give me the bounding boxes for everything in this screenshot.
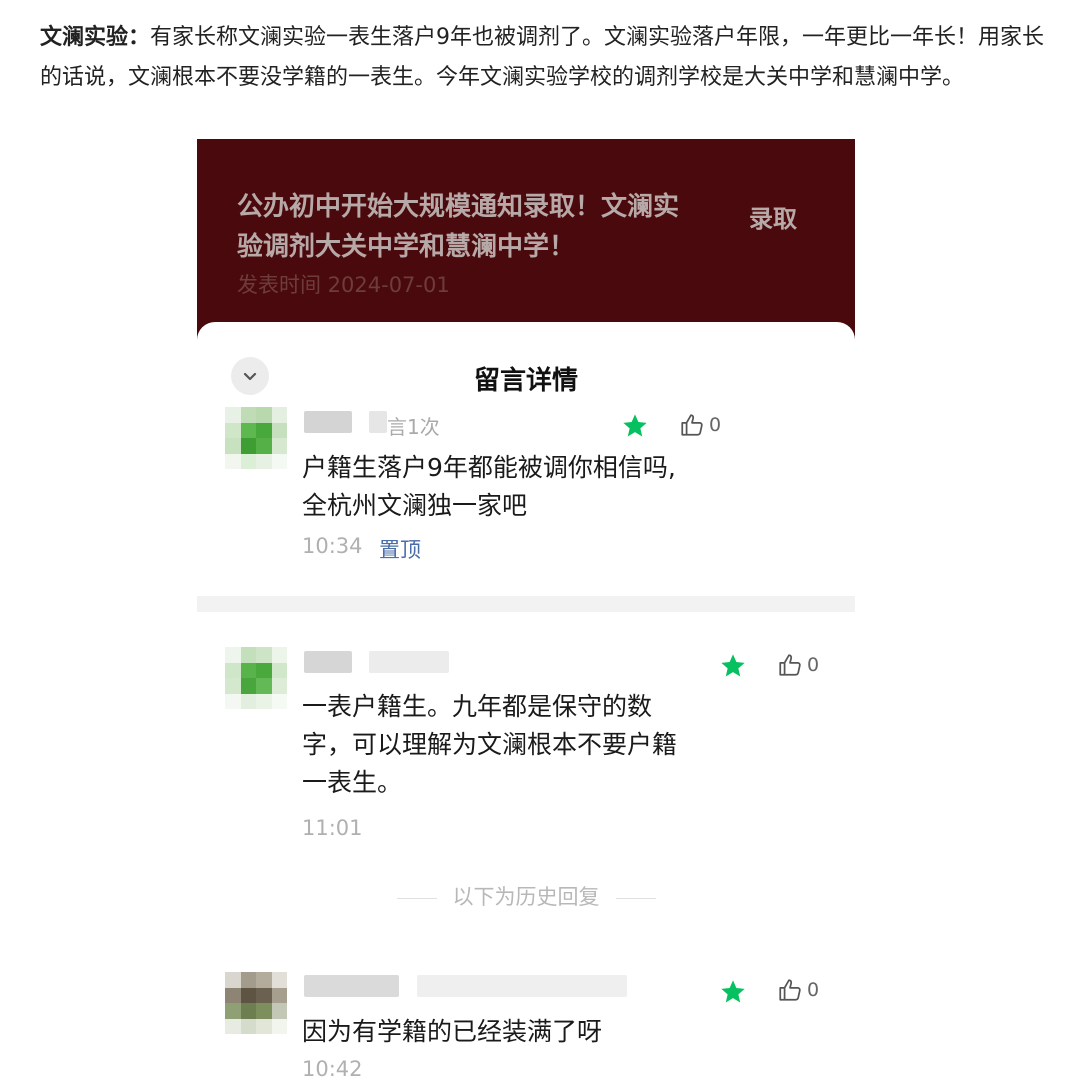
username-blurred (304, 651, 352, 673)
username-blurred (369, 411, 387, 433)
like-count: 0 (807, 979, 820, 1001)
comment-line: 全杭州文澜独一家吧 (302, 491, 528, 520)
username-blurred (417, 975, 627, 997)
section-divider (197, 596, 855, 612)
avatar[interactable] (225, 407, 287, 469)
comment-line: 因为有学籍的已经装满了呀 (302, 1017, 603, 1046)
comment-line: 户籍生落户9年都能被调你相信吗, (302, 453, 676, 482)
screenshot: 公办初中开始大规模通知录取！文澜实验调剂大关中学和慧澜中学！ 发表时间 2024… (197, 139, 855, 1080)
thumbs-up-icon (779, 654, 801, 676)
avatar[interactable] (225, 647, 287, 709)
thumbs-up-icon (681, 414, 703, 436)
like-count: 0 (709, 414, 722, 436)
banner-title: 公办初中开始大规模通知录取！文澜实验调剂大关中学和慧澜中学！ (237, 192, 680, 262)
like-button[interactable]: 0 (777, 977, 819, 1003)
thumbs-up-icon (779, 979, 801, 1001)
article-paragraph: 文澜实验：有家长称文澜实验一表生落户9年也被调剂了。文澜实验落户年限，一年更比一… (40, 18, 1050, 98)
banner-date: 发表时间 2024-07-01 (237, 273, 450, 297)
star-icon[interactable] (719, 652, 747, 680)
comment-text: 户籍生落户9年都能被调你相信吗, 全杭州文澜独一家吧 (302, 449, 676, 525)
comment-text: 因为有学籍的已经装满了呀 (302, 1013, 602, 1051)
like-count: 0 (807, 654, 820, 676)
comment-line: 一表户籍生。九年都是保守的数 (302, 692, 653, 721)
username-blurred (304, 975, 399, 997)
history-divider: 以下为历史回复 (197, 881, 855, 911)
comment-line: 字，可以理解为文澜根本不要户籍 (302, 730, 678, 759)
comment-meta: 言1次 (387, 415, 440, 439)
sheet-title: 留言详情 (473, 366, 578, 396)
banner-tag: 录取 (749, 205, 797, 233)
like-button[interactable]: 0 (777, 652, 819, 678)
star-icon[interactable] (621, 412, 649, 440)
star-icon[interactable] (719, 978, 747, 1006)
history-label: 以下为历史回复 (452, 885, 600, 909)
username-blurred (369, 651, 449, 673)
comment-line: 一表生。 (302, 768, 403, 797)
pin-label[interactable]: 置顶 (379, 534, 421, 564)
avatar[interactable] (225, 972, 287, 1034)
comment-time: 10:42 (302, 1057, 363, 1080)
article-lead: 文澜实验： (40, 25, 151, 50)
comment-time: 11:01 (302, 816, 363, 840)
article-banner: 公办初中开始大规模通知录取！文澜实验调剂大关中学和慧澜中学！ 发表时间 2024… (197, 139, 855, 339)
like-button[interactable]: 0 (679, 412, 721, 438)
comment-text: 一表户籍生。九年都是保守的数 字，可以理解为文澜根本不要户籍 一表生。 (302, 688, 677, 802)
username-blurred (304, 411, 352, 433)
article-text: 有家长称文澜实验一表生落户9年也被调剂了。文澜实验落户年限，一年更比一年长！用家… (40, 25, 1045, 90)
comment-time: 10:34 (302, 534, 363, 558)
